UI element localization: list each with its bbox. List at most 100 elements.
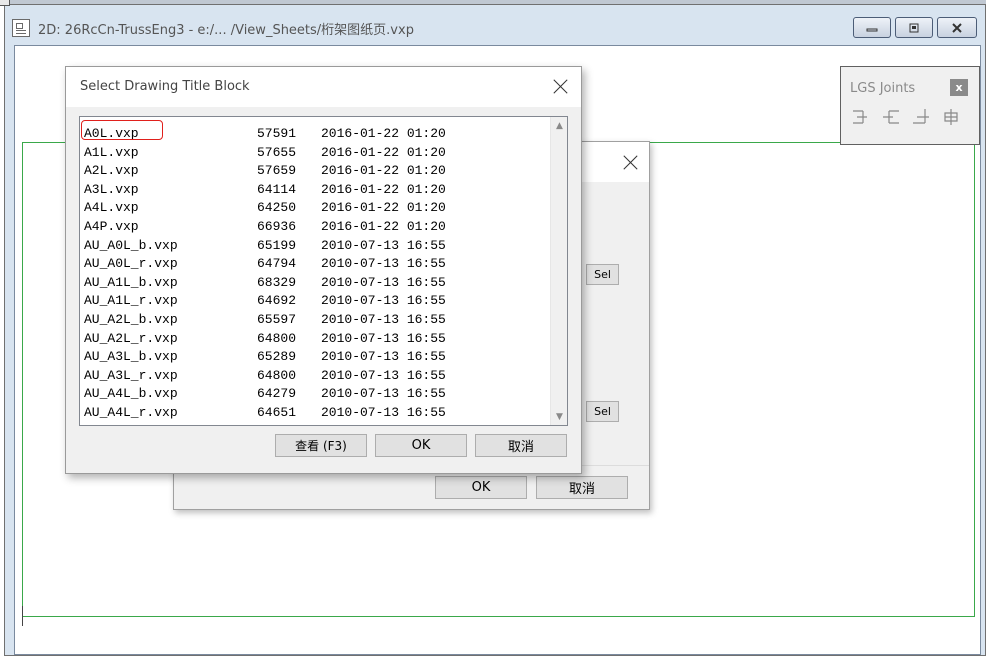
file-row[interactable]: AU_A2L_r.vxp 64800 2010-07-13 16:55 [80,330,550,349]
minimize-button[interactable] [853,17,891,38]
file-row[interactable]: AU_A0L_b.vxp 65199 2010-07-13 16:55 [80,237,550,256]
file-size: 64114 [257,181,297,197]
file-row[interactable]: AU_A1L_b.vxp 68329 2010-07-13 16:55 [80,274,550,293]
file-size: 66936 [257,218,297,234]
joint-left-icon[interactable] [851,107,871,127]
file-size: 57659 [257,163,297,179]
file-size: 57655 [257,144,297,160]
file-size: 64651 [257,404,297,420]
scroll-down-icon[interactable]: ▼ [551,408,567,425]
file-size: 64800 [257,367,297,383]
file-row[interactable]: A0L.vxp 57591 2016-01-22 01:20 [80,125,550,144]
file-row[interactable]: AU_A3L_b.vxp 65289 2010-07-13 16:55 [80,348,550,367]
file-date: 2010-07-13 16:55 [321,349,446,365]
file-date: 2016-01-22 01:20 [321,163,446,179]
file-row[interactable]: A2L.vxp 57659 2016-01-22 01:20 [80,162,550,181]
file-size: 64692 [257,293,297,309]
lgs-close-button[interactable]: x [950,79,968,96]
file-date: 2010-07-13 16:55 [321,311,446,327]
window-controls [853,17,977,38]
file-rows: A0L.vxp 57591 2016-01-22 01:20 A1L.vxp 57655… [80,125,550,423]
settings-cancel-button[interactable]: 取消 [536,476,628,499]
file-name: AU_A2L_r.vxp [84,330,178,346]
file-date: 2010-07-13 16:55 [321,293,446,309]
file-size: 68329 [257,274,297,290]
file-size: 57591 [257,126,297,141]
file-name: AU_A3L_b.vxp [84,349,178,365]
minimize-icon [866,28,878,31]
file-size: 64250 [257,200,297,216]
sel-button-1[interactable]: Sel [586,264,619,285]
file-name: AU_A1L_b.vxp [84,274,178,290]
file-name: AU_A3L_r.vxp [84,367,178,383]
close-icon [952,22,962,33]
file-row[interactable]: AU_A2L_b.vxp 65597 2010-07-13 16:55 [80,311,550,330]
file-size: 65199 [257,237,297,253]
file-row[interactable]: AU_A1L_r.vxp 64692 2010-07-13 16:55 [80,292,550,311]
file-date: 2016-01-22 01:20 [321,144,446,160]
file-name: AU_A4L_b.vxp [84,386,178,402]
joint-cross-icon[interactable] [941,107,961,127]
file-name: AU_A1L_r.vxp [84,293,178,309]
select-title-block-dialog: Select Drawing Title Block A0L.vxp 57591 2… [65,66,582,474]
app-icon [12,19,30,37]
file-list-scrollbar[interactable]: ▲ ▼ [550,117,567,425]
file-row[interactable]: AU_A4L_r.vxp 64651 2010-07-13 16:55 [80,404,550,423]
file-size: 64279 [257,386,297,402]
file-date: 2016-01-22 01:20 [321,218,446,234]
restore-button[interactable] [895,17,933,38]
file-date: 2010-07-13 16:55 [321,237,446,253]
file-size: 65289 [257,349,297,365]
file-date: 2010-07-13 16:55 [321,367,446,383]
file-date: 2010-07-13 16:55 [321,386,446,402]
file-row[interactable]: A4L.vxp 64250 2016-01-22 01:20 [80,199,550,218]
view-button[interactable]: 查看 (F3) [275,434,367,457]
sheet-crosshair-mark [22,606,23,626]
file-name: A2L.vxp [84,163,139,179]
lgs-panel-title: LGS Joints [850,81,916,96]
file-name: AU_A2L_b.vxp [84,311,178,327]
file-date: 2010-07-13 16:55 [321,256,446,272]
ok-button[interactable]: OK [375,434,467,457]
file-row[interactable]: AU_A4L_b.vxp 64279 2010-07-13 16:55 [80,385,550,404]
dialog-titlebar[interactable]: Select Drawing Title Block [66,67,581,107]
file-row[interactable]: AU_A3L_r.vxp 64800 2010-07-13 16:55 [80,367,550,386]
window-title: 2D: 26RcCn-TrussEng3 - e:/... /View_Shee… [38,23,414,38]
corner-mark [0,0,10,6]
file-size: 64794 [257,256,297,272]
lgs-tool-row [851,107,961,127]
file-name: A1L.vxp [84,144,139,160]
file-date: 2010-07-13 16:55 [321,274,446,290]
file-size: 65597 [257,311,297,327]
scroll-up-icon[interactable]: ▲ [551,117,567,134]
file-date: 2016-01-22 01:20 [321,181,446,197]
file-name: AU_A0L_b.vxp [84,237,178,253]
joint-corner-icon[interactable] [911,107,931,127]
sel-button-2[interactable]: Sel [586,401,619,422]
settings-ok-button[interactable]: OK [435,476,527,499]
lgs-joints-panel: LGS Joints x [840,66,980,145]
dialog-close-icon[interactable] [552,78,570,96]
file-name: A3L.vxp [84,181,139,197]
file-row[interactable]: A1L.vxp 57655 2016-01-22 01:20 [80,144,550,163]
file-date: 2010-07-13 16:55 [321,404,446,420]
title-block-file-list[interactable]: A0L.vxp 57591 2016-01-22 01:20 A1L.vxp 57655… [79,116,568,426]
cancel-button[interactable]: 取消 [475,434,567,457]
file-name: A4L.vxp [84,200,139,216]
file-name: AU_A0L_r.vxp [84,256,178,272]
settings-dialog-close-icon[interactable] [622,154,640,172]
restore-icon [909,23,919,32]
file-row[interactable]: AU_A0L_r.vxp 64794 2010-07-13 16:55 [80,255,550,274]
joint-right-icon[interactable] [881,107,901,127]
file-name: AU_A4L_r.vxp [84,404,178,420]
file-date: 2016-01-22 01:20 [321,200,446,216]
file-date: 2010-07-13 16:55 [321,330,446,346]
file-name: A4P.vxp [84,218,139,234]
file-size: 64800 [257,330,297,346]
dialog-title: Select Drawing Title Block [80,79,250,94]
file-row[interactable]: A4P.vxp 66936 2016-01-22 01:20 [80,218,550,237]
close-window-button[interactable] [937,17,977,38]
file-name: A0L.vxp [84,126,139,141]
window-titlebar[interactable]: 2D: 26RcCn-TrussEng3 - e:/... /View_Shee… [5,5,985,45]
file-row[interactable]: A3L.vxp 64114 2016-01-22 01:20 [80,181,550,200]
